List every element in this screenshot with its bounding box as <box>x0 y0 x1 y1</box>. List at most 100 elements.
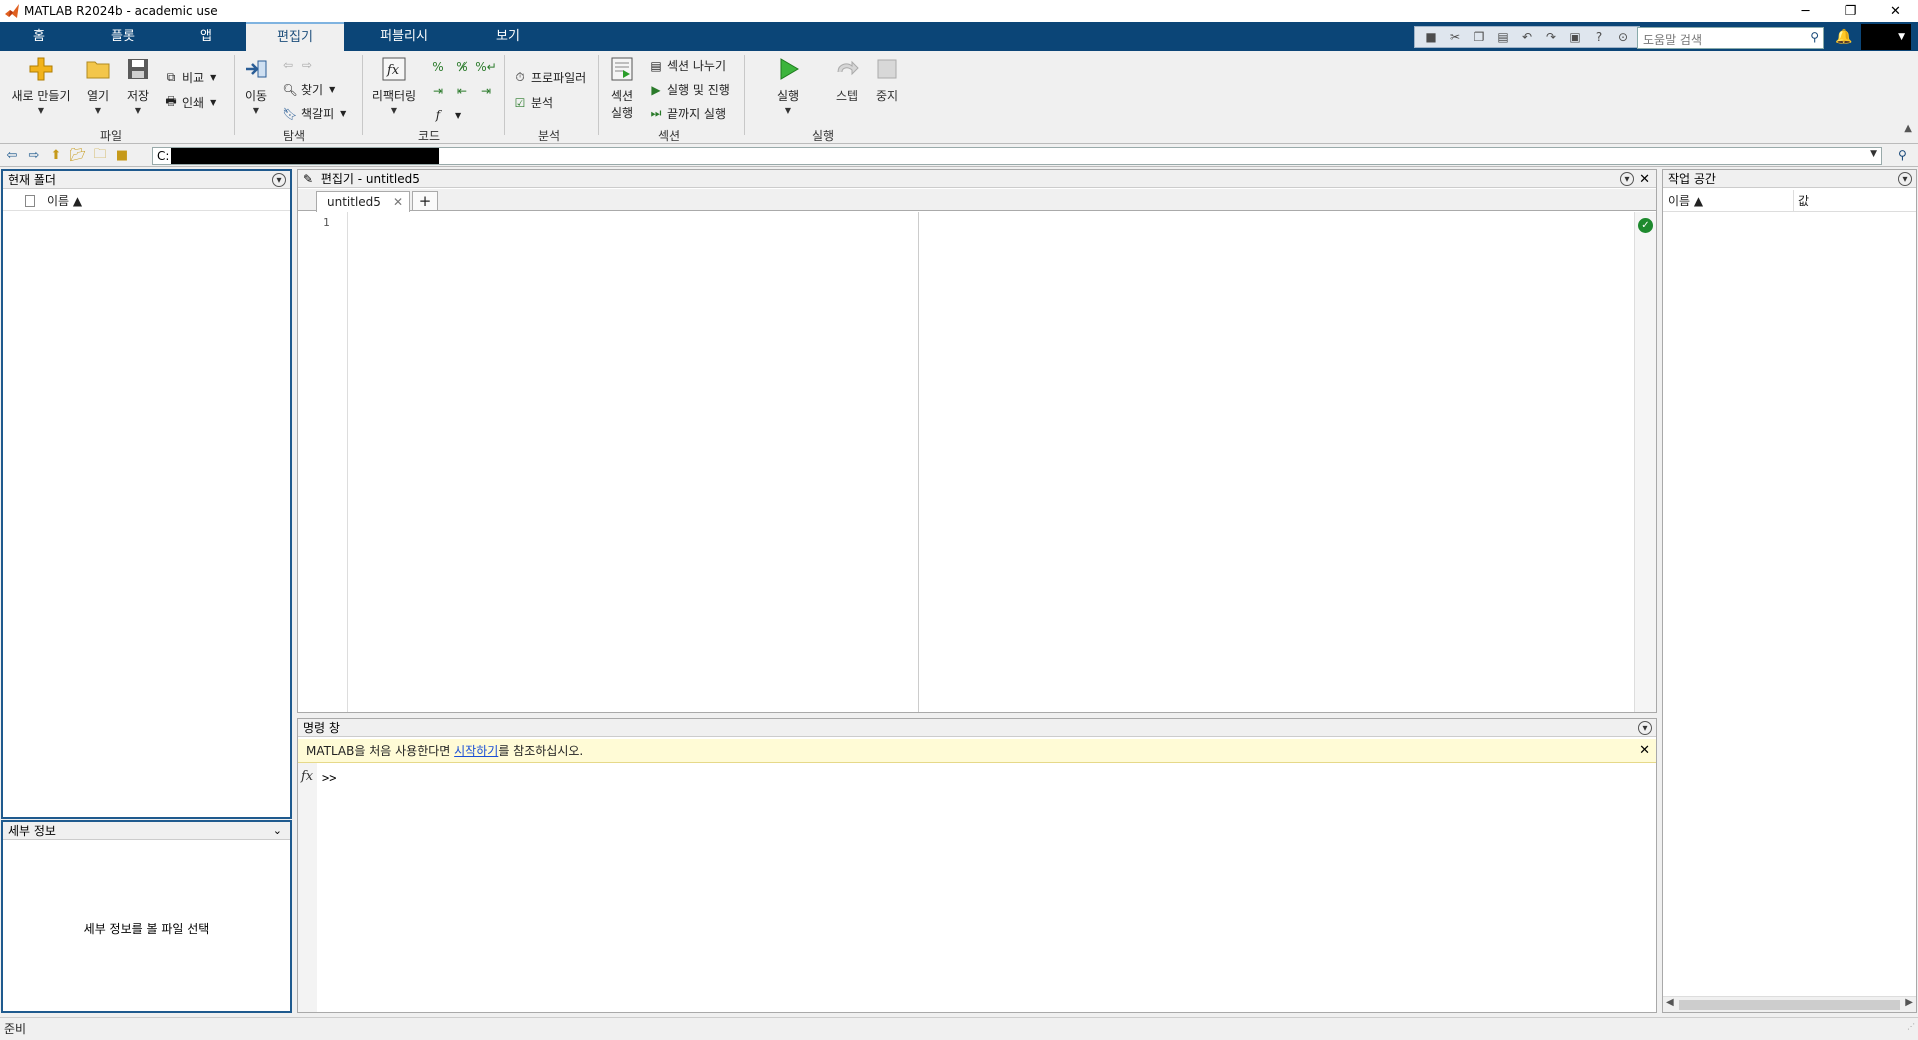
path-field[interactable]: C: ▼ <box>152 147 1882 165</box>
folder-column-header[interactable]: 이름 ▲ <box>3 191 290 211</box>
tab-view[interactable]: 보기 <box>466 22 550 51</box>
forward-arrow-icon[interactable]: ⇨ <box>299 57 315 73</box>
run-to-end-button[interactable]: ⏭ 끝까지 실행 <box>648 105 726 122</box>
scroll-thumb[interactable] <box>1679 1000 1900 1010</box>
close-editor-icon[interactable]: ✕ <box>1639 171 1650 189</box>
print-button[interactable]: 🖶 인쇄 ▼ <box>163 94 216 111</box>
increase-indent-button[interactable]: ⇥ <box>478 83 497 99</box>
profiler-button[interactable]: ⏱ 프로파일러 <box>512 69 586 86</box>
caret-down-icon: ▼ <box>390 106 398 115</box>
forward-icon[interactable]: ⇨ <box>24 147 44 165</box>
close-window-button[interactable]: ✕ <box>1873 0 1918 22</box>
group-label-file: 파일 <box>100 129 123 143</box>
back-arrow-icon[interactable]: ⇦ <box>280 57 296 73</box>
goto-button[interactable]: 이동 ▼ <box>240 55 272 115</box>
qat-paste-icon[interactable]: ▤ <box>1494 28 1512 46</box>
caret-down-icon: ▼ <box>329 85 336 94</box>
decrease-indent-button[interactable]: ⇤ <box>454 83 473 99</box>
current-folder-address-bar: ⇦ ⇨ ⬆ 📂︎ 🗀 ■ C: ▼ ⚲ <box>0 145 1918 167</box>
decrease-indent-icon: ⇤ <box>456 84 468 98</box>
command-gutter <box>298 763 317 1012</box>
workspace-hscrollbar[interactable]: ◀ ▶ <box>1663 996 1916 1012</box>
close-notice-icon[interactable]: ✕ <box>1639 739 1650 763</box>
save-button[interactable]: 저장 ▼ <box>122 55 154 115</box>
minimize-button[interactable]: ─ <box>1783 0 1828 22</box>
qat-cut-icon[interactable]: ✂ <box>1446 28 1464 46</box>
editor-pencil-icon: ✎ <box>303 172 314 186</box>
back-icon[interactable]: ⇦ <box>2 147 22 165</box>
code-editor-area[interactable] <box>348 212 1634 712</box>
path-drive: C: <box>157 149 170 163</box>
code-ok-check-icon[interactable]: ✓ <box>1638 218 1653 233</box>
search-folder-icon[interactable]: 🗀 <box>90 147 110 165</box>
qat-undo-icon[interactable]: ↶ <box>1518 28 1536 46</box>
caret-down-icon: ▼ <box>340 109 347 118</box>
tab-apps[interactable]: 앱 <box>178 22 234 51</box>
tab-editor[interactable]: 편집기 <box>246 22 344 51</box>
up-folder-icon[interactable]: ⬆ <box>46 147 66 165</box>
command-prompt[interactable]: >> <box>322 771 336 785</box>
column-value[interactable]: 값 <box>1798 190 1809 212</box>
editor-tab-untitled5[interactable]: untitled5 ✕ <box>316 191 410 212</box>
function-browser-fx-icon[interactable]: fx <box>301 769 313 784</box>
resize-grip-icon[interactable]: ⋰ <box>1907 1016 1915 1038</box>
help-search-input[interactable]: 도움말 검색 ⚲ <box>1637 27 1824 49</box>
section-break-icon: ▤ <box>650 58 662 73</box>
step-button[interactable]: 스텝 <box>830 55 864 104</box>
new-button[interactable]: 새로 만들기 ▼ <box>6 55 76 115</box>
run-to-end-icon: ⏭ <box>650 106 662 120</box>
insert-function-button[interactable]: f ▼ <box>430 107 461 123</box>
search-icon[interactable]: ⚲ <box>1898 148 1916 164</box>
tab-plots[interactable]: 플롯 <box>88 22 158 51</box>
compare-button[interactable]: ⧉ 비교 ▼ <box>163 69 217 86</box>
chevron-down-icon[interactable]: ⌄ <box>273 822 282 840</box>
open-button[interactable]: 열기 ▼ <box>82 55 114 115</box>
qat-switch-windows-icon[interactable]: ▣ <box>1566 28 1584 46</box>
find-button[interactable]: 🔍︎ 찾기 ▼ <box>282 81 335 98</box>
uncomment-button[interactable]: %̸ <box>454 59 473 75</box>
comment-button[interactable]: % <box>430 59 449 75</box>
panel-actions-icon[interactable]: ▾ <box>1620 172 1634 186</box>
run-advance-button[interactable]: ▶ 실행 및 진행 <box>648 81 729 98</box>
bookmark-button[interactable]: 🔖︎ 책갈피 ▼ <box>282 105 346 122</box>
stop-button[interactable]: 중지 <box>872 55 902 104</box>
editor-scrollbar[interactable]: ✓ <box>1634 212 1656 712</box>
compare-icon: ⧉ <box>166 70 176 84</box>
analyze-button[interactable]: ☑ 분석 <box>512 94 553 111</box>
caret-down-icon: ▼ <box>37 106 45 115</box>
qat-help-icon[interactable]: ? <box>1590 28 1608 46</box>
back-forward-buttons[interactable]: ⇦ ⇨ <box>280 57 318 73</box>
chevron-down-icon[interactable]: ▼ <box>1870 149 1877 159</box>
column-name[interactable]: 이름 ▲ <box>1668 190 1703 212</box>
qat-customize-icon[interactable]: ⊙ <box>1614 28 1632 46</box>
column-name[interactable]: 이름 ▲ <box>47 191 82 211</box>
close-tab-icon[interactable]: ✕ <box>393 192 403 212</box>
run-button[interactable]: 실행 ▼ <box>770 55 806 115</box>
collapse-toolstrip-icon[interactable]: ▲ <box>1904 123 1912 134</box>
notification-bell-icon[interactable]: 🔔 <box>1833 26 1855 48</box>
run-section-button[interactable]: 섹션 실행 <box>604 55 640 121</box>
panel-actions-icon[interactable]: ▾ <box>1638 721 1652 735</box>
section-break-button[interactable]: ▤ 섹션 나누기 <box>648 57 726 74</box>
tab-home[interactable]: 홈 <box>10 22 68 51</box>
account-button[interactable]: ▼ <box>1861 24 1911 50</box>
search-icon[interactable]: ⚲ <box>1810 30 1819 44</box>
getting-started-link[interactable]: 시작하기 <box>454 744 498 758</box>
scroll-right-icon[interactable]: ▶ <box>1905 997 1913 1008</box>
panel-title: 세부 정보 <box>8 824 56 838</box>
panel-actions-icon[interactable]: ▾ <box>1898 172 1912 186</box>
new-tab-button[interactable]: + <box>412 191 438 211</box>
panel-actions-icon[interactable]: ▾ <box>272 173 286 187</box>
wrap-comments-button[interactable]: %↵ <box>475 59 497 75</box>
restore-button[interactable]: ❐ <box>1828 0 1873 22</box>
command-window-panel: 명령 창 ▾ MATLAB을 처음 사용한다면 시작하기를 참조하십시오. ✕ … <box>297 718 1657 1013</box>
qat-save-icon[interactable]: ■ <box>1422 28 1440 46</box>
qat-redo-icon[interactable]: ↷ <box>1542 28 1560 46</box>
browse-folder-icon[interactable]: 📂︎ <box>68 147 88 165</box>
tab-publish[interactable]: 퍼블리시 <box>356 22 452 51</box>
column-divider[interactable] <box>1793 190 1794 212</box>
scroll-left-icon[interactable]: ◀ <box>1666 997 1674 1008</box>
smart-indent-button[interactable]: ⇥ <box>430 83 449 99</box>
refactor-button[interactable]: fx 리팩터링 ▼ <box>368 55 420 115</box>
qat-copy-icon[interactable]: ❐ <box>1470 28 1488 46</box>
